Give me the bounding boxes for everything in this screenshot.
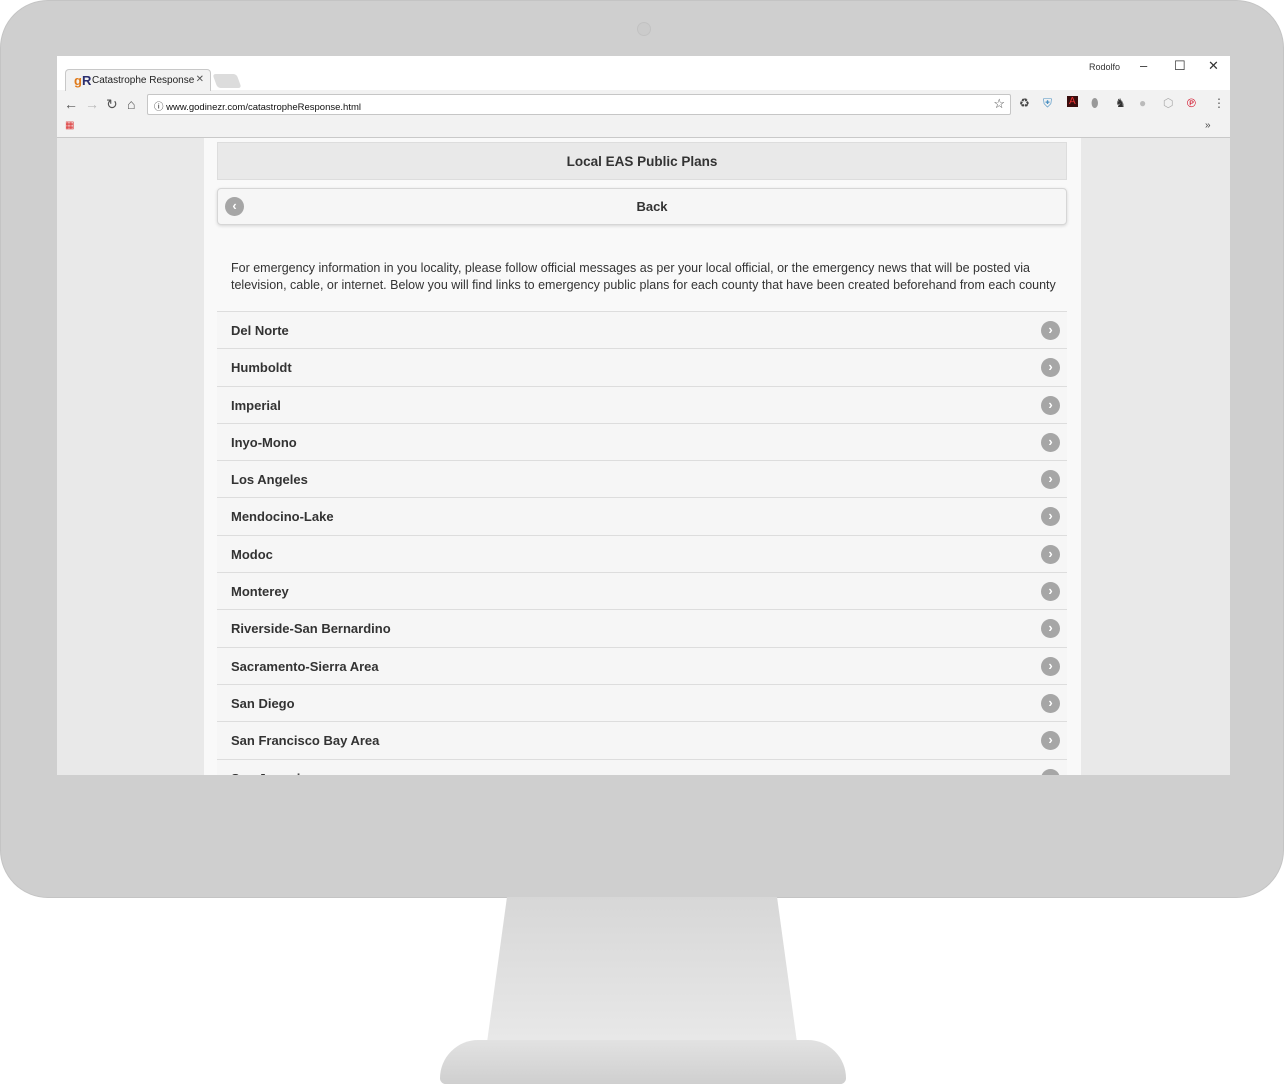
monitor-base — [440, 1040, 846, 1084]
ghostery-extension-icon[interactable]: ⬮ — [1091, 96, 1099, 111]
intro-text: For emergency information in you localit… — [231, 261, 1056, 292]
chat-extension-icon[interactable]: ● — [1139, 96, 1146, 110]
chevron-left-icon: ‹ — [225, 197, 244, 216]
county-list: Del Norte › Humboldt › Imperial › Inyo-Mono › Lo… — [217, 311, 1067, 775]
browser-tab[interactable]: gR Catastrophe Response ✕ — [65, 69, 211, 91]
address-bar[interactable]: ⓘ www.godinezr.com/catastropheResponse.h… — [147, 94, 1011, 115]
maximize-icon[interactable]: ☐ — [1174, 58, 1186, 74]
county-list-item[interactable]: Mendocino-Lake › — [217, 497, 1067, 535]
camera — [637, 22, 651, 36]
chevron-right-icon: › — [1041, 321, 1060, 340]
county-list-item[interactable]: Inyo-Mono › — [217, 422, 1067, 461]
chevron-right-icon: › — [1041, 582, 1060, 602]
chevron-right-icon: › — [1041, 693, 1060, 713]
chevron-right-icon: › — [1041, 544, 1060, 564]
chevron-right-icon: › — [1041, 768, 1060, 775]
county-name: Riverside-San Bernardino — [231, 621, 391, 637]
county-list-item[interactable]: Humboldt › — [217, 348, 1067, 386]
monitor-stand — [485, 897, 799, 1057]
county-name: Monterey — [231, 584, 289, 600]
browser-chrome: gR Catastrophe Response ✕ Rodolfo – ☐ ✕ … — [57, 56, 1230, 138]
county-list-item[interactable]: Modoc › — [217, 534, 1067, 573]
acrobat-extension-icon[interactable]: A — [1067, 96, 1078, 107]
forward-arrow-icon[interactable]: → — [85, 96, 99, 112]
back-arrow-icon[interactable]: ← — [64, 96, 78, 112]
chevron-right-icon: › — [1041, 470, 1060, 490]
reload-icon[interactable]: ↻ — [106, 96, 118, 113]
menu-icon[interactable]: ⋮ — [1213, 96, 1225, 110]
county-name: Del Norte — [231, 323, 289, 338]
minimize-icon[interactable]: – — [1140, 58, 1147, 73]
screen: gR Catastrophe Response ✕ Rodolfo – ☐ ✕ … — [57, 56, 1230, 775]
page-content: Local EAS Public Plans ‹ Back For emerge… — [204, 138, 1081, 775]
county-name: Mendocino-Lake — [231, 509, 334, 525]
county-name: Imperial — [231, 397, 281, 413]
new-tab-button[interactable] — [212, 74, 242, 88]
tab-title: Catastrophe Response — [92, 75, 195, 86]
chevron-right-icon: › — [1041, 731, 1060, 751]
back-label: Back — [636, 199, 668, 214]
county-name: San Diego — [231, 695, 295, 711]
county-name: Modoc — [231, 546, 273, 562]
county-name: Humboldt — [231, 360, 292, 376]
page-title: Local EAS Public Plans — [217, 142, 1067, 180]
chevron-right-icon: › — [1041, 507, 1060, 527]
cube-extension-icon[interactable]: ⬡ — [1163, 96, 1173, 110]
profile-name[interactable]: Rodolfo — [1089, 62, 1120, 72]
county-name: San Joaquin — [231, 771, 308, 775]
chevron-right-icon: › — [1041, 395, 1060, 415]
county-name: Los Angeles — [231, 472, 308, 488]
close-tab-icon[interactable]: ✕ — [196, 74, 204, 85]
county-list-item[interactable]: Sacramento-Sierra Area › — [217, 646, 1067, 684]
pinterest-extension-icon[interactable]: ℗ — [1187, 96, 1196, 110]
chevron-right-icon: › — [1041, 656, 1060, 676]
county-list-item[interactable]: San Diego › — [217, 683, 1067, 722]
county-name: Inyo-Mono — [231, 434, 297, 450]
close-window-icon[interactable]: ✕ — [1208, 58, 1219, 74]
chevron-right-icon: › — [1041, 432, 1060, 452]
bookmarks-overflow-icon[interactable]: » — [1205, 120, 1211, 131]
tab-strip: gR Catastrophe Response ✕ Rodolfo – ☐ ✕ — [57, 56, 1230, 91]
county-list-item[interactable]: San Joaquin › — [217, 758, 1067, 775]
home-icon[interactable]: ⌂ — [127, 96, 135, 112]
county-list-item[interactable]: Los Angeles › — [217, 460, 1067, 498]
info-icon: ⓘ — [154, 102, 167, 113]
county-list-item[interactable]: Imperial › — [217, 385, 1067, 423]
county-name: San Francisco Bay Area — [231, 733, 380, 749]
county-list-item[interactable]: Riverside-San Bernardino › — [217, 609, 1067, 647]
evernote-extension-icon[interactable]: ♞ — [1115, 96, 1126, 110]
bookmark-star-icon[interactable]: ☆ — [993, 96, 1005, 112]
shield-extension-icon[interactable]: ⛨ — [1043, 96, 1052, 111]
back-button[interactable]: ‹ Back — [217, 188, 1067, 225]
county-name: Sacramento-Sierra Area — [231, 658, 379, 674]
recycle-extension-icon[interactable]: ♻ — [1019, 96, 1030, 110]
site-logo: gR — [74, 73, 92, 88]
chevron-right-icon: › — [1041, 619, 1060, 639]
county-list-item[interactable]: Monterey › — [217, 572, 1067, 610]
county-list-item[interactable]: San Francisco Bay Area › — [217, 721, 1067, 759]
chevron-right-icon: › — [1041, 358, 1060, 378]
apps-icon[interactable]: ▦ — [65, 120, 74, 131]
county-list-item[interactable]: Del Norte › — [217, 311, 1067, 349]
url-text: www.godinezr.com/catastropheResponse.htm… — [166, 102, 361, 113]
